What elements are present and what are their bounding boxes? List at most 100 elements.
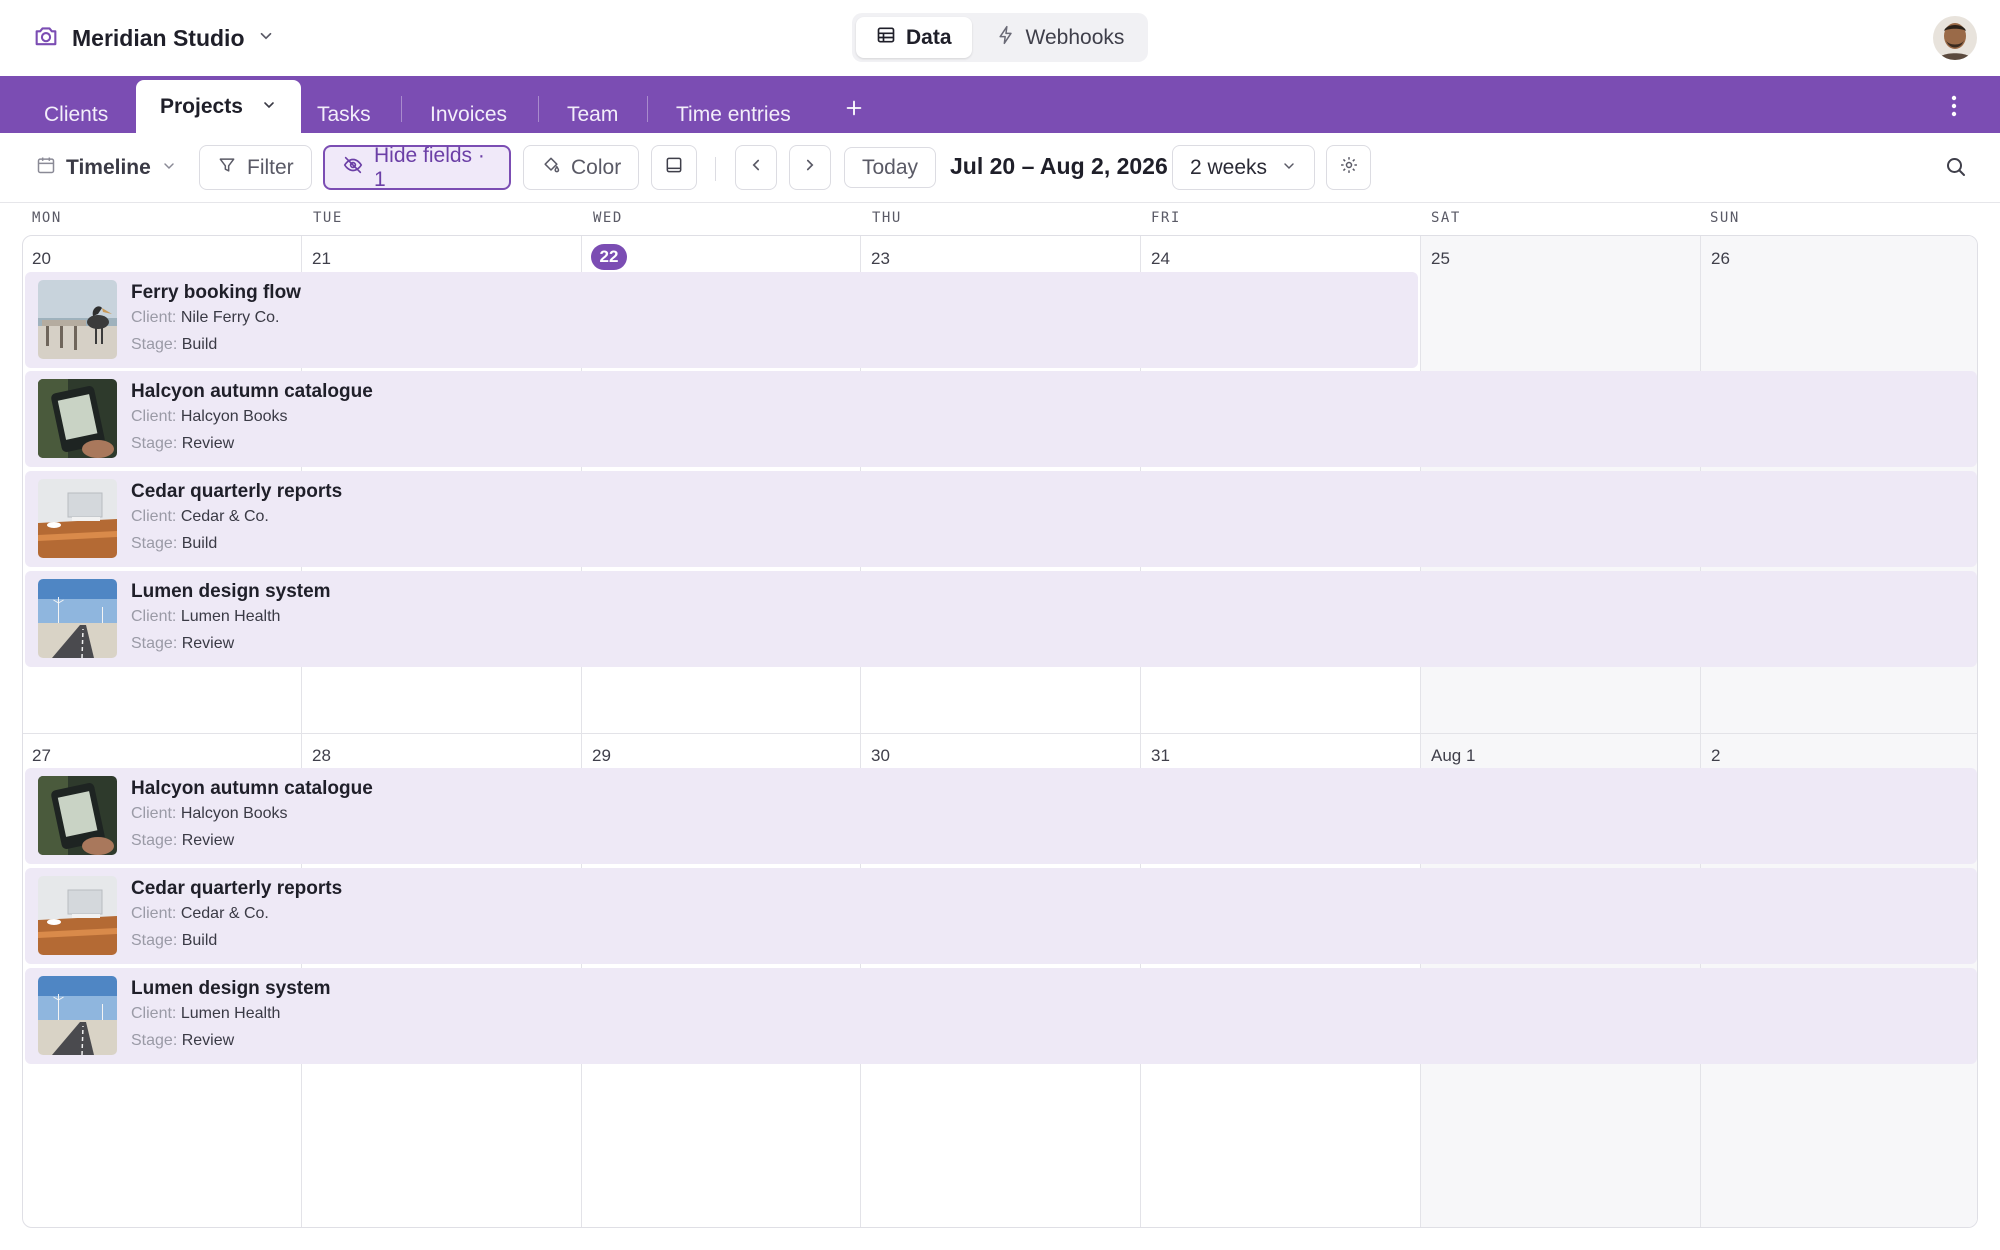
event-title: Cedar quarterly reports: [131, 481, 343, 502]
field-key: Client:: [131, 608, 177, 625]
chevron-left-icon: [747, 156, 765, 180]
next-period-button[interactable]: [789, 145, 831, 190]
event-client: Client: Lumen Health: [131, 1005, 280, 1023]
day-number: 23: [871, 249, 890, 268]
field-key: Stage:: [131, 535, 178, 552]
ereader-photo: [38, 379, 117, 458]
add-table-button[interactable]: [838, 94, 870, 126]
field-value: Build: [181, 336, 218, 353]
table-tab-bar: Clients Projects Tasks Invoices Team Tim…: [0, 76, 2000, 133]
tab-clients[interactable]: Clients: [20, 96, 132, 133]
event-stage: Stage: Review: [131, 435, 234, 453]
field-value: Review: [181, 635, 235, 652]
event-stage: Stage: Build: [131, 932, 217, 950]
chevron-down-icon: [257, 27, 275, 50]
user-avatar[interactable]: [1933, 16, 1977, 60]
chevron-down-icon: [161, 156, 177, 180]
weekday-label: SAT: [1431, 210, 1461, 226]
field-key: Client:: [131, 905, 177, 922]
road-photo: [38, 976, 117, 1055]
webhooks-tab[interactable]: Webhooks: [976, 17, 1145, 58]
day-number: 29: [592, 746, 611, 765]
field-value: Cedar & Co.: [180, 905, 269, 922]
field-key: Stage:: [131, 635, 178, 652]
event-title: Halcyon autumn catalogue: [131, 778, 373, 799]
hide-fields-label: Hide fields · 1: [374, 143, 485, 191]
tab-projects[interactable]: Projects: [136, 80, 301, 133]
day-number: 28: [312, 746, 331, 765]
filter-icon: [217, 155, 237, 181]
camera-icon: [32, 22, 60, 55]
weekday-label: WED: [593, 210, 623, 226]
chevron-down-icon[interactable]: [261, 95, 277, 119]
field-value: Build: [181, 932, 218, 949]
event-client: Client: Nile Ferry Co.: [131, 309, 280, 327]
field-value: Review: [181, 832, 235, 849]
previous-period-button[interactable]: [735, 145, 777, 190]
field-key: Stage:: [131, 435, 178, 452]
day-number: 21: [312, 249, 331, 268]
tab-invoices[interactable]: Invoices: [406, 96, 531, 133]
desk-photo: [38, 479, 117, 558]
more-options-button[interactable]: [1938, 92, 1970, 124]
timeline-settings-button[interactable]: [1326, 145, 1371, 190]
tab-team[interactable]: Team: [543, 96, 642, 133]
range-select[interactable]: 2 weeks: [1172, 145, 1316, 190]
weekday-label: TUE: [313, 210, 343, 226]
base-switcher[interactable]: Meridian Studio: [32, 20, 275, 56]
day-number: 27: [32, 746, 51, 765]
more-vertical-icon: [1950, 94, 1958, 123]
day-number: Aug 1: [1431, 746, 1476, 765]
weekday-label: FRI: [1151, 210, 1181, 226]
field-key: Client:: [131, 508, 177, 525]
webhooks-tab-label: Webhooks: [1025, 25, 1125, 49]
field-value: Review: [181, 435, 235, 452]
chevron-right-icon: [801, 156, 819, 180]
ereader-photo: [38, 776, 117, 855]
weekday-label: SUN: [1710, 210, 1740, 226]
tab-projects-label: Projects: [160, 94, 243, 118]
event-client: Client: Cedar & Co.: [131, 905, 269, 923]
hide-fields-button[interactable]: Hide fields · 1: [323, 143, 511, 191]
day-number: 20: [32, 249, 51, 268]
view-switcher[interactable]: Timeline: [18, 145, 195, 190]
event-title: Lumen design system: [131, 978, 331, 999]
field-key: Stage:: [131, 336, 178, 353]
filter-label: Filter: [247, 155, 294, 179]
tab-tasks[interactable]: Tasks: [293, 96, 395, 133]
event-card[interactable]: Lumen design system Client: Lumen Health…: [25, 571, 1977, 667]
filter-button[interactable]: Filter: [199, 145, 312, 190]
event-card[interactable]: Ferry booking flow Client: Nile Ferry Co…: [25, 272, 1418, 368]
event-card[interactable]: Halcyon autumn catalogue Client: Halcyon…: [25, 371, 1977, 467]
field-key: Client:: [131, 1005, 177, 1022]
event-card[interactable]: Halcyon autumn catalogue Client: Halcyon…: [25, 768, 1977, 864]
data-webhooks-switch: Data Webhooks: [852, 13, 1148, 62]
date-range: Jul 20 – Aug 2, 2026: [950, 153, 1168, 179]
event-card[interactable]: Cedar quarterly reports Client: Cedar & …: [25, 471, 1977, 567]
color-label: Color: [571, 155, 622, 179]
data-tab[interactable]: Data: [856, 17, 972, 58]
event-card[interactable]: Lumen design system Client: Lumen Health…: [25, 968, 1977, 1064]
row-height-button[interactable]: [651, 145, 697, 190]
tab-time-entries[interactable]: Time entries: [652, 96, 815, 133]
eye-off-icon: [342, 154, 364, 182]
today-button[interactable]: Today: [844, 147, 937, 188]
field-value: Lumen Health: [180, 608, 281, 625]
field-value: Lumen Health: [180, 1005, 281, 1022]
table-icon: [876, 25, 896, 51]
week-divider: [23, 733, 1977, 734]
range-select-value: 2 weeks: [1190, 155, 1268, 179]
field-value: Nile Ferry Co.: [180, 309, 280, 326]
color-button[interactable]: Color: [523, 145, 640, 190]
event-card[interactable]: Cedar quarterly reports Client: Cedar & …: [25, 868, 1977, 964]
search-button[interactable]: [1940, 153, 1972, 185]
timeline-calendar: 20 21 22 23 24 25 26 Ferry booking flow …: [22, 235, 1978, 1228]
field-key: Stage:: [131, 932, 178, 949]
day-number: 31: [1151, 746, 1170, 765]
view-name: Timeline: [66, 155, 151, 179]
weekday-label: MON: [32, 210, 62, 226]
field-key: Stage:: [131, 1032, 178, 1049]
event-stage: Stage: Review: [131, 1032, 234, 1050]
base-name: Meridian Studio: [72, 24, 245, 51]
calendar-icon: [36, 155, 56, 181]
